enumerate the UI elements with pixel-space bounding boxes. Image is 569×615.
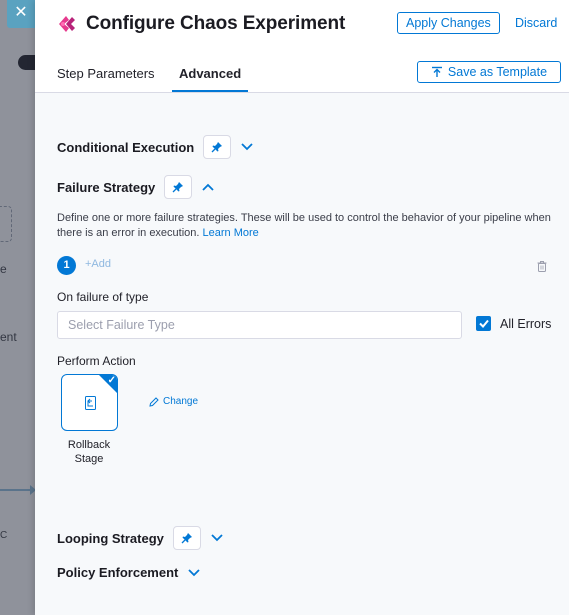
expand-button[interactable]: [241, 143, 253, 151]
all-errors-label[interactable]: All Errors: [500, 317, 551, 331]
chevron-down-icon: [211, 534, 223, 542]
pin-button[interactable]: [164, 175, 193, 199]
expand-button[interactable]: [188, 568, 201, 577]
pin-icon: [172, 182, 184, 193]
section-looping-strategy: Looping Strategy: [57, 526, 223, 550]
on-failure-label: On failure of type: [57, 290, 149, 304]
change-action-button[interactable]: Change: [149, 396, 198, 407]
section-title[interactable]: Conditional Execution: [57, 140, 194, 155]
chevron-down-icon: [188, 568, 201, 576]
section-title[interactable]: Failure Strategy: [57, 180, 155, 195]
section-failure-strategy: Failure Strategy: [57, 175, 214, 199]
save-as-template-label: Save as Template: [447, 65, 548, 79]
advanced-panel: Conditional Execution Failure Strategy D…: [35, 93, 569, 615]
failure-type-select[interactable]: Select Failure Type: [57, 311, 462, 339]
pin-button[interactable]: [172, 526, 201, 550]
action-label-line: Rollback: [67, 439, 111, 451]
chevron-down-icon: [241, 143, 253, 151]
chaos-logo-icon: [59, 16, 75, 32]
all-errors-checkbox[interactable]: [476, 316, 491, 331]
page-title: Configure Chaos Experiment: [86, 13, 346, 34]
chevron-up-icon: [202, 183, 214, 191]
collapse-button[interactable]: [202, 183, 214, 191]
section-title[interactable]: Policy Enforcement: [57, 565, 178, 580]
close-icon: ✕: [14, 4, 28, 21]
delete-strategy-button[interactable]: [537, 259, 547, 277]
save-as-template-button[interactable]: Save as Template: [417, 61, 561, 83]
rollback-stage-label: Rollback Stage: [57, 438, 121, 466]
rollback-icon: [84, 395, 96, 410]
upload-icon: [431, 66, 442, 77]
learn-more-link[interactable]: Learn More: [203, 227, 259, 239]
pin-button[interactable]: [203, 135, 232, 159]
configure-drawer: Configure Chaos Experiment Apply Changes…: [35, 0, 569, 615]
rollback-stage-card[interactable]: ✓: [61, 374, 118, 431]
close-drawer-button[interactable]: ✕: [7, 0, 35, 28]
trash-icon: [537, 261, 547, 272]
apply-changes-button[interactable]: Apply Changes: [397, 12, 500, 34]
expand-button[interactable]: [211, 534, 223, 542]
change-label: Change: [163, 396, 199, 407]
action-label-line: Stage: [74, 453, 104, 465]
tab-advanced[interactable]: Advanced: [179, 66, 241, 81]
section-title[interactable]: Looping Strategy: [57, 531, 164, 546]
description-text: Define one or more failure strategies. T…: [57, 212, 551, 239]
add-strategy-button[interactable]: +Add: [85, 258, 111, 270]
pin-icon: [211, 142, 223, 153]
active-tab-indicator: [172, 90, 248, 92]
selected-check-icon: ✓: [107, 375, 116, 386]
pencil-icon: [149, 396, 159, 407]
overlay-backdrop: [0, 0, 35, 615]
checkmark-icon: [478, 319, 489, 328]
discard-button[interactable]: Discard: [515, 16, 557, 30]
perform-action-label: Perform Action: [57, 354, 136, 368]
tab-step-parameters[interactable]: Step Parameters: [57, 66, 155, 81]
pin-icon: [181, 533, 192, 544]
section-conditional-execution: Conditional Execution: [57, 135, 253, 159]
tab-bar: Step Parameters Advanced Save as Templat…: [35, 48, 569, 93]
section-policy-enforcement: Policy Enforcement: [57, 565, 201, 580]
strategy-step-badge[interactable]: 1: [57, 256, 76, 275]
drawer-header: Configure Chaos Experiment Apply Changes…: [35, 0, 569, 48]
failure-strategy-description: Define one or more failure strategies. T…: [57, 211, 557, 241]
